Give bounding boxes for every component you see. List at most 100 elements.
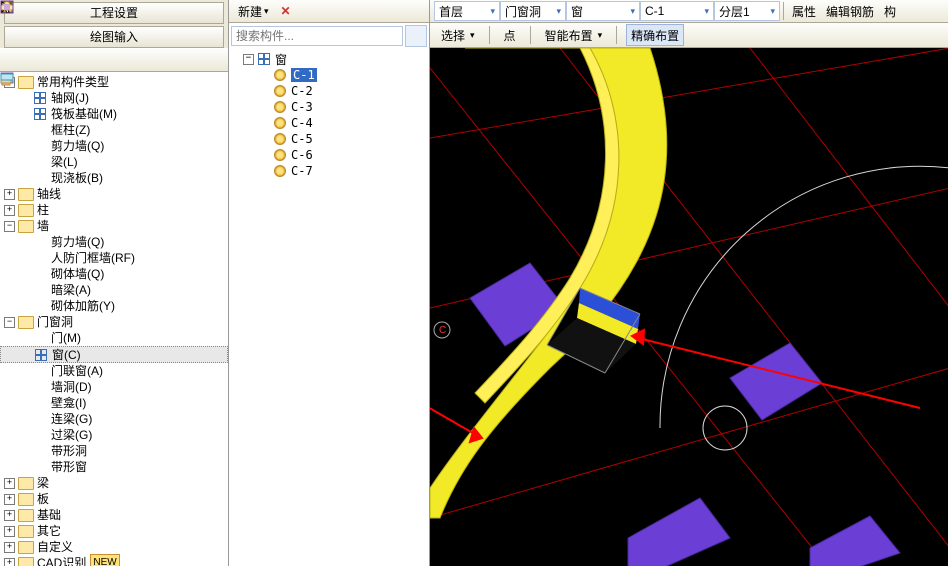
left-panel: 工程设置 绘图输入 −常用构件类型轴网(J)筏板基础(M)框柱(Z)剪力墙(Q)… bbox=[0, 0, 229, 566]
3d-canvas[interactable]: C bbox=[430, 48, 948, 566]
list-item-label: C-1 bbox=[291, 68, 317, 82]
left-tool-1[interactable] bbox=[6, 50, 30, 70]
list-item[interactable]: C-6 bbox=[233, 147, 425, 163]
tree-item[interactable]: 墙洞(D) bbox=[0, 379, 228, 395]
tree-item-label: 暗梁(A) bbox=[51, 282, 91, 298]
tree-item-label: CAD识别 bbox=[37, 555, 86, 566]
tree-item[interactable]: −常用构件类型 bbox=[0, 74, 228, 90]
col-cyan-icon bbox=[32, 123, 48, 137]
expand-icon[interactable]: − bbox=[243, 54, 254, 65]
tree-item[interactable]: 连梁(G) bbox=[0, 411, 228, 427]
tree-item[interactable]: +轴线 bbox=[0, 186, 228, 202]
component-select[interactable]: C-1 bbox=[640, 1, 714, 21]
tree-item[interactable]: 框柱(Z) bbox=[0, 122, 228, 138]
folder-icon bbox=[18, 476, 34, 490]
left-tabs: 工程设置 绘图输入 bbox=[0, 0, 228, 48]
precise-layout-tool[interactable]: 精确布置 bbox=[626, 24, 684, 46]
search-go-button[interactable] bbox=[405, 25, 427, 47]
list-root[interactable]: −窗 bbox=[233, 51, 425, 67]
tree-item[interactable]: +板 bbox=[0, 491, 228, 507]
expand-icon[interactable]: + bbox=[4, 478, 15, 489]
lintel-icon bbox=[32, 412, 48, 426]
dwin-icon bbox=[32, 364, 48, 378]
tree-item[interactable]: 剪力墙(Q) bbox=[0, 234, 228, 250]
tree-item[interactable]: +其它 bbox=[0, 523, 228, 539]
tab-draw-input[interactable]: 绘图输入 bbox=[4, 26, 224, 48]
cfg-button[interactable]: 构 bbox=[879, 1, 901, 21]
beam-blue-icon bbox=[32, 283, 48, 297]
tree-item[interactable]: 门联窗(A) bbox=[0, 363, 228, 379]
expand-icon[interactable]: + bbox=[4, 510, 15, 521]
expand-icon[interactable]: + bbox=[4, 494, 15, 505]
tree-item[interactable]: 筏板基础(M) bbox=[0, 106, 228, 122]
folder-icon bbox=[18, 524, 34, 538]
tree-item[interactable]: 砌体墙(Q) bbox=[0, 266, 228, 282]
tree-item[interactable]: 剪力墙(Q) bbox=[0, 138, 228, 154]
expand-icon[interactable]: + bbox=[4, 526, 15, 537]
tree-item-label: 板 bbox=[37, 491, 49, 507]
tree-item[interactable]: 暗梁(A) bbox=[0, 282, 228, 298]
tree-item[interactable]: 带形洞 bbox=[0, 443, 228, 459]
list-item[interactable]: C-1 bbox=[233, 67, 425, 83]
tree-item-label: 筏板基础(M) bbox=[51, 106, 117, 122]
folder-icon bbox=[18, 203, 34, 217]
tree-item[interactable]: 轴网(J) bbox=[0, 90, 228, 106]
list-item[interactable]: C-5 bbox=[233, 131, 425, 147]
tree-item[interactable]: +柱 bbox=[0, 202, 228, 218]
tree-item[interactable]: 梁(L) bbox=[0, 154, 228, 170]
point-tool[interactable]: 点 bbox=[499, 24, 521, 46]
folder-icon bbox=[18, 315, 34, 329]
tree-item[interactable]: +CAD识别NEW bbox=[0, 555, 228, 566]
tree-item-label: 梁 bbox=[37, 475, 49, 491]
floor-select[interactable]: 首层 bbox=[434, 1, 500, 21]
tree-item[interactable]: +自定义 bbox=[0, 539, 228, 555]
expand-icon[interactable]: + bbox=[4, 189, 15, 200]
select-tool[interactable]: 选择 bbox=[436, 24, 480, 46]
edit-rebar-button[interactable]: 编辑钢筋 bbox=[821, 1, 879, 21]
mid-toolbar: 新建 ✕ bbox=[229, 0, 429, 23]
list-item-label: C-4 bbox=[291, 116, 313, 130]
component-icon bbox=[273, 164, 287, 178]
tree-item[interactable]: 窗(C) bbox=[0, 346, 228, 363]
tree-item[interactable]: 过梁(G) bbox=[0, 427, 228, 443]
left-tool-2[interactable] bbox=[32, 50, 56, 70]
tree-item[interactable]: 壁龛(I) bbox=[0, 395, 228, 411]
tree-item[interactable]: +基础 bbox=[0, 507, 228, 523]
folder-icon bbox=[18, 492, 34, 506]
expand-icon[interactable]: + bbox=[4, 205, 15, 216]
type-select[interactable]: 窗 bbox=[566, 1, 640, 21]
list-item-label: C-5 bbox=[291, 132, 313, 146]
component-list[interactable]: −窗C-1C-2C-3 C-4 C-5C-6C-7 bbox=[229, 49, 429, 566]
tree-item[interactable]: 砌体加筋(Y) bbox=[0, 298, 228, 314]
delete-button[interactable]: ✕ bbox=[276, 1, 296, 21]
component-type-tree[interactable]: −常用构件类型轴网(J)筏板基础(M)框柱(Z)剪力墙(Q)梁(L)现浇板(B)… bbox=[0, 72, 228, 566]
expand-icon[interactable]: + bbox=[4, 558, 15, 566]
category-select[interactable]: 门窗洞 bbox=[500, 1, 566, 21]
tree-item[interactable]: +梁 bbox=[0, 475, 228, 491]
attributes-button[interactable]: 属性 bbox=[787, 1, 821, 21]
tree-item[interactable]: −门窗洞 bbox=[0, 314, 228, 330]
expand-icon[interactable]: − bbox=[4, 317, 15, 328]
tree-item[interactable]: 人防门框墙(RF) bbox=[0, 250, 228, 266]
new-button[interactable]: 新建 bbox=[233, 1, 274, 21]
list-item[interactable]: C-2 bbox=[233, 83, 425, 99]
list-item[interactable]: C-7 bbox=[233, 163, 425, 179]
expand-icon[interactable]: − bbox=[4, 221, 15, 232]
breadcrumb-bar: 首层 门窗洞 窗 C-1 分层1 属性 编辑钢筋 构 bbox=[430, 0, 948, 23]
layer-select[interactable]: 分层1 bbox=[714, 1, 780, 21]
tree-item[interactable]: 带形窗 bbox=[0, 459, 228, 475]
tree-item[interactable]: 门(M) bbox=[0, 330, 228, 346]
smart-layout-tool[interactable]: 智能布置 bbox=[540, 24, 608, 46]
copy-button[interactable] bbox=[298, 1, 308, 21]
wall-cyan-icon bbox=[32, 235, 48, 249]
expand-icon[interactable]: + bbox=[4, 542, 15, 553]
search-input[interactable] bbox=[231, 26, 403, 46]
list-item[interactable]: C-4 bbox=[233, 115, 425, 131]
door-icon bbox=[32, 331, 48, 345]
tree-item[interactable]: 现浇板(B) bbox=[0, 170, 228, 186]
folder-icon bbox=[18, 508, 34, 522]
list-item-label: C-3 bbox=[291, 100, 313, 114]
tab-project-settings[interactable]: 工程设置 bbox=[4, 2, 224, 24]
tree-item[interactable]: −墙 bbox=[0, 218, 228, 234]
list-item[interactable]: C-3 bbox=[233, 99, 425, 115]
